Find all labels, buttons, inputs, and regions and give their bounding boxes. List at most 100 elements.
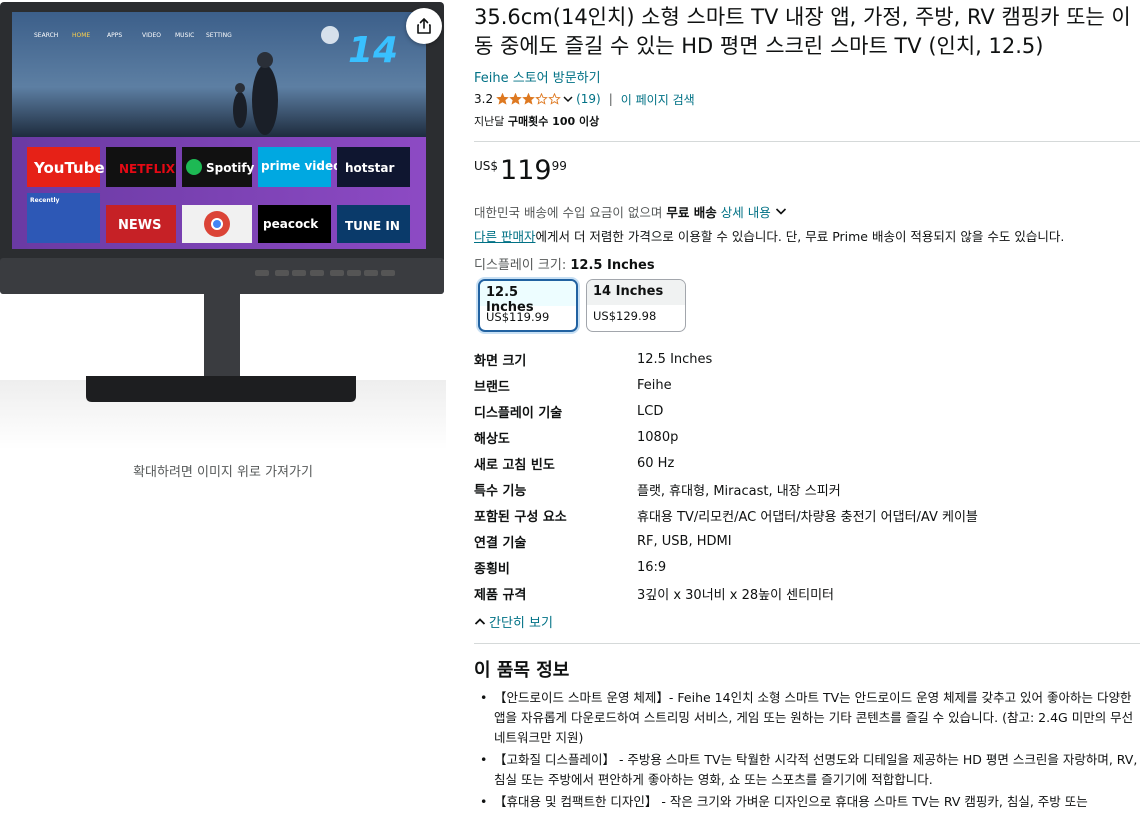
about-bullet: 【고화질 디스플레이】 - 주방용 스마트 TV는 탁월한 시각적 선명도와 디… xyxy=(474,750,1138,790)
spec-row: 디스플레이 기술 LCD xyxy=(474,398,1140,424)
chevron-up-icon xyxy=(474,618,486,625)
share-button[interactable] xyxy=(406,8,442,44)
image-column: SEARCH HOME APPS VIDEO MUSIC SETTING 14 … xyxy=(0,0,446,826)
about-bullet: 【휴대용 및 컴팩트한 디자인】 - 작은 크기와 가벼운 디자인으로 휴대용 … xyxy=(474,792,1138,812)
spec-row: 해상도 1080p xyxy=(474,424,1140,450)
spec-key: 브랜드 xyxy=(474,379,510,395)
star-icon xyxy=(522,93,535,105)
price-fraction: 99 xyxy=(551,159,567,173)
spec-value: 12.5 Inches xyxy=(637,351,713,367)
star-icon xyxy=(548,93,561,105)
rating-count-link[interactable]: (19) xyxy=(576,92,601,106)
tile-spotify: Spotify xyxy=(206,161,255,175)
search-page-link[interactable]: 이 페이지 검색 xyxy=(621,91,695,108)
spec-value: LCD xyxy=(637,403,664,419)
spec-value: 플랫, 휴대형, Miracast, 내장 스피커 xyxy=(637,483,841,499)
zoom-hint: 확대하려면 이미지 위로 가져가기 xyxy=(133,465,313,480)
size-option-price: US$119.99 xyxy=(486,310,550,324)
about-bullets: 【안드로이드 스마트 운영 체제】- Feihe 14인치 소형 스마트 TV는… xyxy=(474,688,1140,812)
price-symbol: US$ xyxy=(474,159,499,173)
spec-value: RF, USB, HDMI xyxy=(637,533,732,549)
shipping-text: 대한민국 배송에 수입 요금이 없으며 xyxy=(474,205,663,220)
size-option-12-5[interactable]: 12.5 Inches US$119.99 xyxy=(478,279,578,332)
star-icon xyxy=(509,93,522,105)
chevron-down-icon[interactable] xyxy=(775,207,787,216)
size-option-price: US$129.98 xyxy=(593,309,657,323)
star-icon xyxy=(496,93,509,105)
spec-row: 종횡비 16:9 xyxy=(474,554,1140,580)
bought-prefix: 지난달 xyxy=(474,115,505,128)
price-whole: 119 xyxy=(500,155,552,186)
spec-row: 포함된 구성 요소 휴대용 TV/리모컨/AC 어댑터/차량용 충전기 어댑터/A… xyxy=(474,502,1140,528)
size-option-name: 14 Inches xyxy=(587,280,685,305)
tile-youtube: YouTube xyxy=(33,159,105,177)
spec-value: 16:9 xyxy=(637,559,667,575)
spec-value: 60 Hz xyxy=(637,455,675,471)
tv-menu-setting: SETTING xyxy=(206,32,232,39)
about-bullet: 【안드로이드 스마트 운영 체제】- Feihe 14인치 소형 스마트 TV는… xyxy=(474,688,1138,748)
spec-key: 제품 규격 xyxy=(474,587,527,603)
product-title: 35.6cm(14인치) 소형 스마트 TV 내장 앱, 가정, 주방, RV … xyxy=(474,5,1131,58)
tile-hotstar: hotstar xyxy=(345,161,395,175)
spec-value: 3깊이 x 30너비 x 28높이 센티미터 xyxy=(637,587,835,603)
star-icon xyxy=(535,93,548,105)
share-icon xyxy=(417,17,431,34)
spec-key: 종횡비 xyxy=(474,561,510,577)
tv-menu-video: VIDEO xyxy=(142,32,161,39)
rating-value: 3.2 xyxy=(474,92,494,106)
spec-value: 휴대용 TV/리모컨/AC 어댑터/차량용 충전기 어댑터/AV 케이블 xyxy=(637,509,978,525)
spec-row: 새로 고침 빈도 60 Hz xyxy=(474,450,1140,476)
collapse-label: 간단히 보기 xyxy=(489,616,553,631)
detail-column: 35.6cm(14인치) 소형 스마트 TV 내장 앱, 가정, 주방, RV … xyxy=(474,0,1140,814)
size-option-name: 12.5 Inches xyxy=(480,281,576,315)
divider xyxy=(474,141,1140,142)
tile-tunein: TUNE IN xyxy=(345,219,400,233)
spec-row: 브랜드 Feihe xyxy=(474,372,1140,398)
spec-key: 화면 크기 xyxy=(474,353,527,369)
bought-count: 지난달 구매횟수 100 이상 xyxy=(474,113,1140,129)
price: US$ 119 99 xyxy=(474,155,1140,191)
spec-row: 특수 기능 플랫, 휴대형, Miracast, 내장 스피커 xyxy=(474,476,1140,502)
spec-value: 1080p xyxy=(637,429,679,445)
tv-menu-apps: APPS xyxy=(107,32,122,39)
other-seller-link[interactable]: 다른 판매자 xyxy=(474,229,535,244)
tv-menu-search: SEARCH xyxy=(34,32,58,39)
collapse-link[interactable]: 간단히 보기 xyxy=(474,612,1140,631)
tile-prime-video: prime video xyxy=(261,159,341,173)
store-link[interactable]: Feihe 스토어 방문하기 xyxy=(474,67,1140,86)
separator: | xyxy=(608,92,613,106)
about-title: 이 품목 정보 xyxy=(474,660,570,681)
tile-peacock: peacock xyxy=(263,217,319,231)
product-image[interactable]: SEARCH HOME APPS VIDEO MUSIC SETTING 14 … xyxy=(0,0,446,450)
tile-netflix: NETFLIX xyxy=(119,162,176,176)
spec-key: 연결 기술 xyxy=(474,535,527,551)
chevron-down-icon[interactable] xyxy=(563,95,573,103)
spec-key: 포함된 구성 요소 xyxy=(474,509,567,525)
size-label-text: 디스플레이 크기: xyxy=(474,258,567,273)
size-selected-value: 12.5 Inches xyxy=(570,258,655,273)
spec-key: 디스플레이 기술 xyxy=(474,405,563,421)
size-options: 12.5 Inches US$119.99 14 Inches US$129.9… xyxy=(474,279,1140,332)
tv-menu-home: HOME xyxy=(72,32,90,39)
tv-14-badge: 14 xyxy=(348,30,398,71)
rating-row: 3.2 (19) | 이 페이지 검색 xyxy=(474,91,1140,107)
spec-table: 화면 크기 12.5 Inches 브랜드 Feihe 디스플레이 기술 LCD 해상… xyxy=(474,346,1140,606)
spec-key: 해상도 xyxy=(474,431,510,447)
spec-key: 새로 고침 빈도 xyxy=(474,457,555,473)
size-option-14[interactable]: 14 Inches US$129.98 xyxy=(586,279,686,332)
divider xyxy=(474,643,1140,644)
tile-bbc-news: NEWS xyxy=(118,218,161,233)
spec-row: 제품 규격 3깊이 x 30너비 x 28높이 센티미터 xyxy=(474,580,1140,606)
spec-row: 화면 크기 12.5 Inches xyxy=(474,346,1140,372)
spec-key: 특수 기능 xyxy=(474,483,527,499)
bought-bold: 구매횟수 100 이상 xyxy=(507,115,600,128)
rating-stars[interactable] xyxy=(496,93,561,105)
spec-row: 연결 기술 RF, USB, HDMI xyxy=(474,528,1140,554)
size-label: 디스플레이 크기: 12.5 Inches xyxy=(474,254,1140,273)
shipping-info: 대한민국 배송에 수입 요금이 없으며 무료 배송 상세 내용 xyxy=(474,202,1140,221)
shipping-details-link[interactable]: 상세 내용 xyxy=(721,202,771,221)
other-seller-info: 다른 판매자에게서 더 저렴한 가격으로 이용할 수 있습니다. 단, 무료 P… xyxy=(474,226,1140,245)
other-seller-text: 에게서 더 저렴한 가격으로 이용할 수 있습니다. 단, 무료 Prime 배… xyxy=(535,229,1065,244)
spec-value: Feihe xyxy=(637,377,672,393)
tile-recently: Recently xyxy=(30,197,60,204)
